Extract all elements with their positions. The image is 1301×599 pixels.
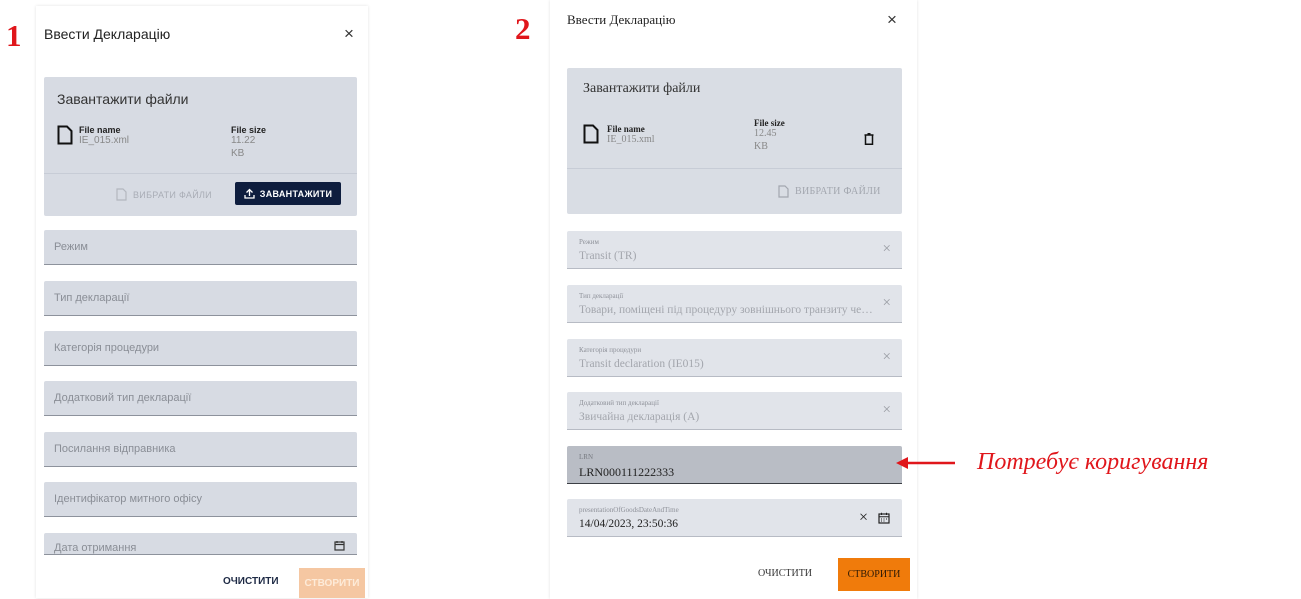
divider	[567, 168, 902, 169]
pick-files-button[interactable]: ВИБРАТИ ФАЙЛИ	[116, 188, 212, 201]
calendar-icon[interactable]	[878, 511, 890, 529]
file-size-value: 11.22	[231, 135, 256, 146]
upload-section: Завантажити файли File name IE_015.xml F…	[44, 77, 357, 216]
file-size-block: File size 12.45 KB	[754, 118, 785, 153]
annotation-text: Потребує коригування	[977, 449, 1209, 475]
file-name: IE_015.xml	[607, 134, 655, 145]
file-name-label: File name	[79, 125, 121, 135]
procedure-category-placeholder: Категорія процедури	[54, 342, 160, 354]
receipt-date-placeholder: Дата отримання	[54, 542, 137, 554]
pick-files-label: ВИБРАТИ ФАЙЛИ	[133, 189, 212, 200]
declaration-dialog-before: Ввести Декларацію × Завантажити файли Fi…	[36, 6, 368, 598]
pick-files-button[interactable]: ВИБРАТИ ФАЙЛИ	[778, 185, 881, 198]
close-icon[interactable]: ×	[887, 11, 897, 28]
procedure-category-value: Transit declaration (IE015)	[579, 358, 704, 370]
sender-reference-placeholder: Посилання відправника	[54, 443, 176, 455]
pick-files-label: ВИБРАТИ ФАЙЛИ	[795, 186, 881, 197]
clear-procedure-category-icon[interactable]: ×	[883, 350, 891, 365]
arrow-left-icon	[896, 456, 955, 469]
divider	[44, 173, 357, 174]
additional-declaration-type-value: Звичайна декларація (A)	[579, 411, 700, 423]
procedure-category-field[interactable]: Категорія процедури Transit declaration …	[567, 339, 902, 377]
upload-button[interactable]: ЗАВАНТАЖИТИ	[235, 182, 341, 205]
presentation-datetime-field[interactable]: presentationOfGoodsDateAndTime 14/04/202…	[567, 499, 902, 537]
clear-additional-declaration-type-icon[interactable]: ×	[883, 403, 891, 418]
file-size-block: File size 11.22 KB	[231, 125, 266, 160]
procedure-category-label: Категорія процедури	[579, 346, 642, 354]
dialog-title: Ввести Декларацію	[44, 26, 171, 42]
mode-value: Transit (TR)	[579, 250, 637, 262]
calendar-icon[interactable]	[334, 538, 345, 556]
additional-declaration-type-field[interactable]: Додатковий тип декларації Звичайна декла…	[567, 392, 902, 430]
correction-annotation: Потребує коригування	[895, 449, 1208, 476]
file-icon	[116, 188, 127, 201]
presentation-datetime-label: presentationOfGoodsDateAndTime	[579, 506, 679, 514]
presentation-datetime-value: 14/04/2023, 23:50:36	[579, 518, 679, 530]
file-icon	[583, 124, 599, 144]
lrn-field[interactable]: LRN LRN000111222333	[567, 446, 902, 484]
file-name-label: File name	[607, 124, 645, 134]
file-icon	[57, 125, 73, 145]
upload-title: Завантажити файли	[583, 81, 701, 96]
additional-declaration-type-field[interactable]: Додатковий тип декларації	[44, 381, 357, 416]
upload-title: Завантажити файли	[57, 91, 189, 107]
lrn-label: LRN	[579, 453, 593, 461]
declaration-type-value: Товари, поміщені під процедуру зовнішньо…	[579, 304, 874, 316]
file-entry: File name IE_015.xml	[583, 124, 655, 147]
file-size-unit: KB	[231, 147, 245, 159]
mode-field[interactable]: Режим Transit (TR) ×	[567, 231, 902, 269]
lrn-input[interactable]: LRN000111222333	[579, 465, 674, 480]
mode-field[interactable]: Режим	[44, 230, 357, 265]
trash-icon[interactable]	[864, 132, 874, 150]
mode-label: Режим	[579, 238, 599, 246]
close-icon[interactable]: ×	[344, 25, 354, 42]
clear-declaration-type-icon[interactable]: ×	[883, 296, 891, 311]
customs-office-id-field[interactable]: Ідентифікатор митного офісу	[44, 482, 357, 517]
clear-mode-icon[interactable]: ×	[883, 242, 891, 257]
file-icon	[778, 185, 789, 198]
additional-declaration-type-placeholder: Додатковий тип декларації	[54, 392, 192, 404]
dialog-title: Ввести Декларацію	[567, 12, 676, 27]
declaration-dialog-after: Ввести Декларацію × Завантажити файли Fi…	[550, 0, 917, 599]
file-size-unit: KB	[754, 140, 768, 152]
file-size-label: File size	[231, 125, 267, 135]
declaration-type-field[interactable]: Тип декларації	[44, 281, 357, 316]
mode-placeholder: Режим	[54, 241, 88, 253]
create-button[interactable]: СТВОРИТИ	[299, 568, 365, 598]
declaration-type-label: Тип декларації	[579, 292, 624, 300]
declaration-type-placeholder: Тип декларації	[54, 292, 130, 304]
upload-icon	[244, 188, 255, 199]
sender-reference-field[interactable]: Посилання відправника	[44, 432, 357, 467]
clear-datetime-icon[interactable]: ×	[859, 510, 868, 526]
customs-office-id-placeholder: Ідентифікатор митного офісу	[54, 493, 202, 505]
step-number-1: 1	[6, 18, 22, 53]
file-entry: File name IE_015.xml	[57, 125, 129, 148]
file-name: IE_015.xml	[79, 135, 130, 146]
upload-section: Завантажити файли File name IE_015.xml F…	[567, 68, 902, 214]
additional-declaration-type-label: Додатковий тип декларації	[579, 399, 659, 407]
create-button[interactable]: СТВОРИТИ	[838, 558, 910, 591]
upload-label: ЗАВАНТАЖИТИ	[259, 188, 333, 199]
file-size-label: File size	[754, 118, 785, 128]
declaration-type-field[interactable]: Тип декларації Товари, поміщені під проц…	[567, 285, 902, 323]
receipt-date-field[interactable]: Дата отримання	[44, 533, 357, 555]
clear-button[interactable]: ОЧИСТИТИ	[758, 568, 812, 579]
step-number-2: 2	[515, 11, 531, 46]
file-size-value: 12.45	[754, 128, 777, 139]
procedure-category-field[interactable]: Категорія процедури	[44, 331, 357, 366]
clear-button[interactable]: ОЧИСТИТИ	[223, 576, 279, 587]
